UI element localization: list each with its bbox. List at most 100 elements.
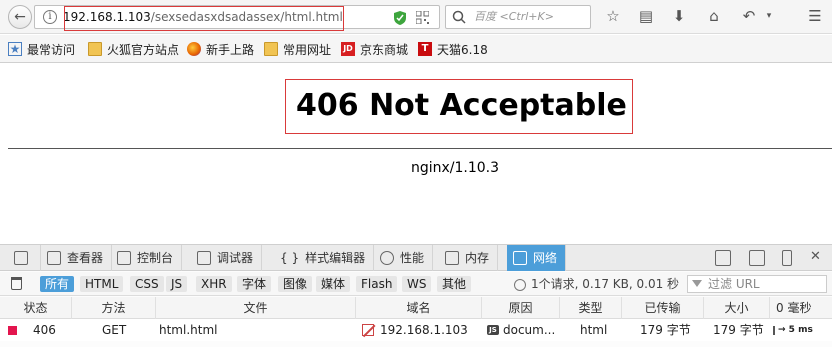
back-arrow-icon: ← — [14, 9, 26, 25]
search-placeholder: 百度 <Ctrl+K> — [474, 10, 554, 23]
tab-performance[interactable]: 性能 — [374, 245, 434, 271]
bookmark-tmall[interactable]: T 天猫6.18 — [418, 40, 488, 58]
filter-all[interactable]: 所有 — [40, 276, 75, 292]
bookmark-label: 新手上路 — [206, 42, 255, 57]
column-file[interactable]: 文件 — [156, 297, 356, 319]
cell-type: html — [580, 323, 608, 337]
cell-method: GET — [102, 323, 127, 337]
dock-icon[interactable] — [715, 250, 731, 266]
filter-xhr[interactable]: XHR — [196, 276, 232, 292]
bookmark-firefox-official[interactable]: 火狐官方站点 — [88, 40, 179, 58]
tab-debugger[interactable]: 调试器 — [191, 245, 263, 271]
performance-icon — [380, 251, 394, 265]
filter-js[interactable]: JS — [166, 276, 188, 292]
tab-label: 查看器 — [67, 251, 104, 265]
bookmark-jd[interactable]: JD 京东商城 — [341, 40, 408, 58]
folder-icon — [264, 42, 278, 56]
filter-images[interactable]: 图像 — [278, 276, 313, 292]
filter-css[interactable]: CSS — [130, 276, 164, 292]
tab-inspector[interactable]: 查看器 — [40, 245, 113, 271]
cell-status: 406 — [33, 323, 56, 337]
timing-bar — [773, 326, 775, 335]
back-button[interactable]: ← — [8, 5, 32, 29]
divider — [8, 148, 832, 149]
js-icon: JS — [487, 325, 499, 335]
cell-transferred: 179 字节 — [640, 323, 691, 337]
trash-icon[interactable] — [11, 277, 22, 290]
server-signature: nginx/1.10.3 — [410, 160, 500, 176]
bookmarks-bar: ★ 最常访问 火狐官方站点 新手上路 常用网址 JD 京东商城 T 天猫6.18 — [0, 35, 832, 63]
memory-icon — [445, 251, 459, 265]
tab-label: 调试器 — [217, 251, 254, 265]
url-filter-input[interactable]: 过滤 URL — [687, 275, 827, 293]
bookmark-common-sites[interactable]: 常用网址 — [264, 40, 331, 58]
firefox-icon — [187, 42, 201, 56]
responsive-design-icon[interactable] — [782, 250, 792, 266]
network-table-header: 状态 方法 文件 域名 原因 类型 已传输 大小 0 毫秒 — [0, 297, 832, 319]
style-editor-icon: { } — [280, 251, 300, 265]
search-icon — [452, 10, 466, 24]
download-icon[interactable]: ⬇ — [670, 7, 688, 25]
info-icon[interactable]: i — [43, 10, 57, 24]
search-bar[interactable]: 百度 <Ctrl+K> — [445, 5, 591, 29]
split-console-icon[interactable] — [749, 250, 765, 266]
close-devtools-icon[interactable]: ✕ — [810, 249, 821, 264]
column-method[interactable]: 方法 — [72, 297, 156, 319]
bookmark-label: 京东商城 — [360, 42, 409, 57]
bookmark-most-visited[interactable]: ★ 最常访问 — [8, 40, 75, 58]
jd-icon: JD — [341, 42, 355, 56]
tab-network[interactable]: 网络 — [507, 245, 567, 271]
browser-toolbar: ← i 192.168.1.103/sexsedasxdsadassex/htm… — [0, 0, 832, 34]
column-size[interactable]: 大小 — [704, 297, 770, 319]
tab-label: 性能 — [400, 251, 425, 265]
column-timeline[interactable]: 0 毫秒 — [770, 297, 832, 319]
chevron-down-icon[interactable]: ▾ — [760, 7, 778, 25]
tmall-icon: T — [418, 42, 432, 56]
bookmark-star-icon[interactable]: ☆ — [604, 7, 622, 25]
insecure-connection-icon — [362, 324, 374, 336]
reading-list-icon[interactable]: ▤ — [637, 7, 655, 25]
column-status[interactable]: 状态 — [0, 297, 72, 319]
network-filter-bar: 所有 HTML CSS JS XHR 字体 图像 媒体 Flash WS 其他 … — [0, 272, 832, 296]
tab-memory[interactable]: 内存 — [439, 245, 499, 271]
cell-domain: 192.168.1.103 — [380, 323, 468, 337]
bookmark-getting-started[interactable]: 新手上路 — [187, 40, 254, 58]
pick-element-icon[interactable] — [14, 251, 28, 265]
tab-label: 控制台 — [137, 251, 174, 265]
home-icon[interactable]: ⌂ — [705, 7, 723, 25]
cell-cause: docum... — [503, 323, 556, 337]
filter-media[interactable]: 媒体 — [316, 276, 351, 292]
filter-ws[interactable]: WS — [402, 276, 432, 292]
column-type[interactable]: 类型 — [560, 297, 622, 319]
filter-html[interactable]: HTML — [80, 276, 124, 292]
status-indicator-icon — [8, 326, 17, 335]
page-content: 406 Not Acceptable nginx/1.10.3 — [0, 64, 832, 244]
qr-code-icon[interactable] — [416, 11, 429, 24]
page-title: 406 Not Acceptable — [285, 79, 633, 134]
filter-flash[interactable]: Flash — [356, 276, 398, 292]
bookmark-label: 常用网址 — [283, 42, 332, 57]
filter-other[interactable]: 其他 — [437, 276, 472, 292]
column-transferred[interactable]: 已传输 — [622, 297, 704, 319]
debugger-icon — [197, 251, 211, 265]
shield-icon[interactable] — [393, 10, 407, 26]
filter-fonts[interactable]: 字体 — [237, 276, 272, 292]
devtools-tabbar: 查看器 控制台 调试器 { } 样式编辑器 性能 内存 网络 ✕ — [0, 245, 832, 271]
inspector-icon — [47, 251, 61, 265]
devtools-panel: 查看器 控制台 调试器 { } 样式编辑器 性能 内存 网络 ✕ 所有 HTML … — [0, 244, 832, 347]
column-domain[interactable]: 域名 — [356, 297, 482, 319]
tab-label: 网络 — [533, 251, 558, 265]
star-icon: ★ — [8, 42, 22, 56]
undo-icon[interactable]: ↶ — [740, 7, 758, 25]
tab-label: 样式编辑器 — [305, 251, 366, 265]
url-filter-placeholder: 过滤 URL — [708, 277, 760, 291]
column-cause[interactable]: 原因 — [482, 297, 560, 319]
menu-icon[interactable]: ☰ — [806, 7, 824, 25]
bookmark-label: 天猫6.18 — [437, 42, 488, 57]
table-row[interactable]: 406 GET html.html 192.168.1.103 JS docum… — [0, 319, 832, 341]
tab-console[interactable]: 控制台 — [111, 245, 183, 271]
cell-file: html.html — [159, 323, 218, 337]
filter-icon — [692, 280, 702, 287]
console-icon — [117, 251, 131, 265]
tab-style-editor[interactable]: { } 样式编辑器 — [274, 245, 375, 271]
